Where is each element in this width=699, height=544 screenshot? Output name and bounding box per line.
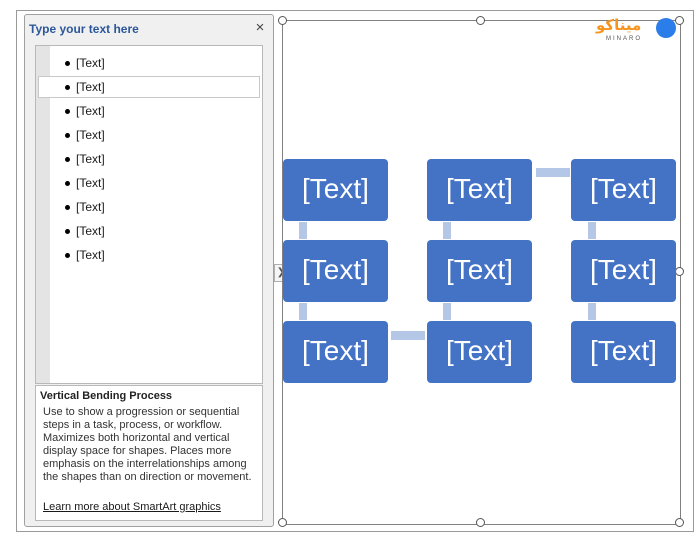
layout-description-text: Use to show a progression or sequential … (43, 406, 252, 483)
bullet-dot-icon (65, 205, 70, 210)
bullet-text[interactable]: [Text] (76, 224, 105, 238)
layout-title: Vertical Bending Process (40, 390, 173, 402)
bullet-dot-icon (65, 109, 70, 114)
process-shape[interactable]: [Text] (283, 321, 388, 383)
layout-description: Vertical Bending Process Use to show a p… (35, 385, 263, 521)
bullet-item[interactable]: [Text] (36, 124, 262, 146)
bullet-item[interactable]: [Text] (36, 100, 262, 122)
process-shape[interactable]: [Text] (283, 159, 388, 221)
logo-badge-icon (656, 18, 676, 38)
bullet-text[interactable]: [Text] (76, 56, 105, 70)
bullet-item[interactable]: [Text] (36, 220, 262, 242)
process-shape[interactable]: [Text] (427, 240, 532, 302)
bullet-dot-icon (65, 181, 70, 186)
bullet-dot-icon (65, 61, 70, 66)
process-shape[interactable]: [Text] (571, 240, 676, 302)
bullet-item[interactable]: [Text] (36, 172, 262, 194)
bullet-text[interactable]: [Text] (76, 200, 105, 214)
bullet-text[interactable]: [Text] (76, 104, 105, 118)
connector (299, 222, 307, 239)
connector (443, 222, 451, 239)
close-icon[interactable]: × (253, 20, 267, 36)
watermark-logo: میناکو MINARO (596, 16, 682, 46)
connector (536, 168, 570, 177)
bullet-dot-icon (65, 253, 70, 258)
connector (588, 303, 596, 320)
resize-handle-top[interactable] (476, 16, 485, 25)
bullet-text[interactable]: [Text] (76, 128, 105, 142)
text-pane-title: Type your text here (29, 22, 139, 36)
resize-handle-bottom-left[interactable] (278, 518, 287, 527)
bullet-text[interactable]: [Text] (76, 248, 105, 262)
logo-word: میناکو (596, 16, 642, 34)
resize-handle-right[interactable] (675, 267, 684, 276)
resize-handle-bottom[interactable] (476, 518, 485, 527)
process-shape[interactable]: [Text] (427, 159, 532, 221)
resize-handle-bottom-right[interactable] (675, 518, 684, 527)
logo-subtitle: MINARO (606, 36, 642, 42)
connector (443, 303, 451, 320)
bullet-dot-icon (65, 229, 70, 234)
process-shape[interactable]: [Text] (571, 159, 676, 221)
bullet-list: [Text] [Text] [Text] [Text] [Text] [Text… (36, 52, 262, 268)
process-shape[interactable]: [Text] (427, 321, 532, 383)
process-shape[interactable]: [Text] (571, 321, 676, 383)
learn-more-link[interactable]: Learn more about SmartArt graphics (43, 501, 221, 513)
bullet-dot-icon (65, 157, 70, 162)
bullet-item-selected[interactable]: [Text] (38, 76, 260, 98)
connector (391, 331, 425, 340)
bullet-list-area[interactable]: [Text] [Text] [Text] [Text] [Text] [Text… (35, 45, 263, 384)
process-shape[interactable]: [Text] (283, 240, 388, 302)
bullet-dot-icon (65, 133, 70, 138)
bullet-item[interactable]: [Text] (36, 148, 262, 170)
bullet-item[interactable]: [Text] (36, 196, 262, 218)
bullet-item[interactable]: [Text] (36, 244, 262, 266)
text-pane-header: Type your text here × (25, 15, 273, 43)
bullet-text[interactable]: [Text] (76, 80, 105, 94)
bullet-text[interactable]: [Text] (76, 176, 105, 190)
bullet-dot-icon (65, 85, 70, 90)
bullet-text[interactable]: [Text] (76, 152, 105, 166)
connector (588, 222, 596, 239)
connector (299, 303, 307, 320)
text-pane: Type your text here × [Text] [Text] [Tex… (24, 14, 274, 527)
bullet-item[interactable]: [Text] (36, 52, 262, 74)
resize-handle-top-left[interactable] (278, 16, 287, 25)
